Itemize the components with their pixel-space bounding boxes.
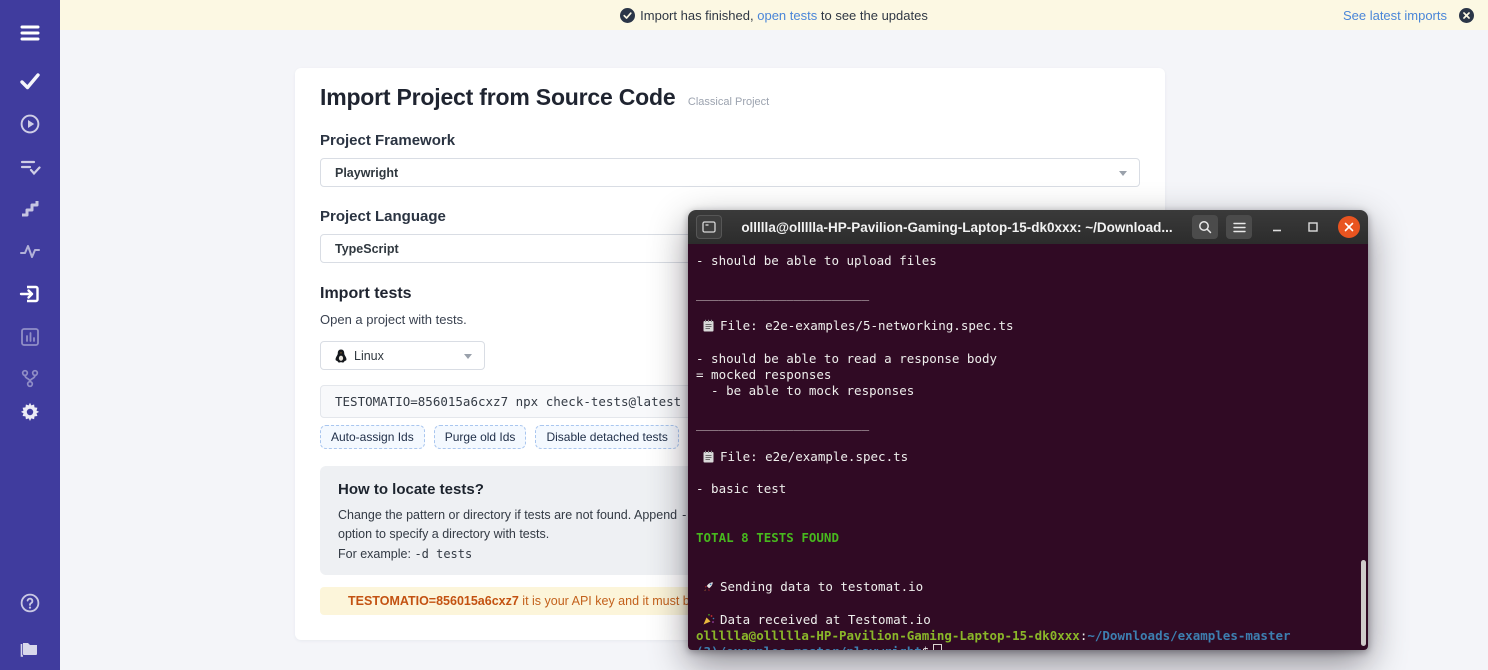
terminal-window: ollllla@ollllla-HP-Pavilion-Gaming-Lapto… [688, 210, 1368, 650]
terminal-close-icon[interactable] [1338, 216, 1360, 238]
chevron-down-icon [464, 354, 472, 359]
terminal-line: - be able to mock responses [696, 383, 1358, 399]
terminal-search-icon[interactable] [1192, 215, 1218, 239]
terminal-output[interactable]: - should be able to upload files _______… [688, 244, 1368, 650]
api-key-value: TESTOMATIO=856015a6cxz7 [348, 594, 519, 608]
sidebar [0, 0, 60, 670]
notification-banner: Import has finished, open tests to see t… [60, 0, 1488, 30]
reports-chart-icon[interactable] [19, 326, 41, 348]
terminal-prompt-line-1: ollllla@ollllla-HP-Pavilion-Gaming-Lapto… [696, 628, 1358, 644]
banner-message: Import has finished, open tests to see t… [60, 8, 1488, 23]
framework-label: Project Framework [320, 132, 1140, 149]
terminal-total-line: TOTAL 8 TESTS FOUND [696, 530, 1358, 546]
banner-text-prefix: Import has finished, [640, 8, 753, 23]
notepad-icon [702, 450, 715, 463]
terminal-prompt-line-2: (3)/examples-master/playwright$ [696, 644, 1358, 650]
terminal-line: = mocked responses [696, 367, 1358, 383]
docs-folder-icon[interactable] [19, 637, 41, 659]
notepad-icon [702, 319, 715, 332]
terminal-file-line: File: e2e/example.spec.ts [696, 449, 1358, 465]
framework-value: Playwright [335, 166, 398, 180]
party-popper-icon [702, 613, 715, 626]
tests-check-icon[interactable] [19, 70, 41, 92]
terminal-minimize-icon[interactable] [1266, 216, 1288, 238]
linux-tux-icon [335, 349, 347, 363]
terminal-line: - basic test [696, 481, 1358, 497]
see-latest-imports-link[interactable]: See latest imports [1343, 8, 1447, 23]
steps-icon[interactable] [19, 197, 41, 219]
disable-detached-tests-chip[interactable]: Disable detached tests [535, 425, 678, 449]
rocket-icon [702, 580, 715, 593]
page-subtitle: Classical Project [688, 96, 769, 108]
banner-text-suffix: to see the updates [821, 8, 928, 23]
terminal-file-line: File: e2e-examples/5-networking.spec.ts [696, 318, 1358, 334]
os-value: Linux [354, 349, 384, 363]
import-icon[interactable] [19, 283, 41, 305]
open-tests-link[interactable]: open tests [757, 8, 817, 23]
terminal-separator: _______________________ [696, 416, 869, 431]
terminal-received-line: Data received at Testomat.io [696, 612, 1358, 628]
terminal-scrollbar[interactable] [1361, 560, 1366, 646]
terminal-line: - should be able to upload files [696, 253, 1358, 269]
example-code: -d tests [414, 547, 472, 561]
terminal-maximize-icon[interactable] [1302, 216, 1324, 238]
page-title: Import Project from Source Code [320, 84, 675, 110]
banner-close-icon[interactable] [1459, 8, 1474, 23]
terminal-titlebar[interactable]: ollllla@ollllla-HP-Pavilion-Gaming-Lapto… [688, 210, 1368, 244]
hamburger-menu-icon[interactable] [19, 22, 41, 44]
branches-icon[interactable] [19, 367, 41, 389]
terminal-menu-icon[interactable] [1226, 215, 1252, 239]
chevron-down-icon [1119, 171, 1127, 176]
test-runs-list-icon[interactable] [19, 156, 41, 178]
pulse-analytics-icon[interactable] [19, 240, 41, 262]
help-icon[interactable] [19, 592, 41, 614]
info-body: Change the pattern or directory if tests… [338, 506, 730, 545]
success-check-icon [620, 8, 635, 23]
new-terminal-tab-icon[interactable] [696, 215, 722, 239]
purge-old-ids-chip[interactable]: Purge old Ids [434, 425, 527, 449]
run-play-icon[interactable] [19, 113, 41, 135]
terminal-line: - should be able to read a response body [696, 351, 1358, 367]
auto-assign-ids-chip[interactable]: Auto-assign Ids [320, 425, 425, 449]
framework-select[interactable]: Playwright [320, 158, 1140, 187]
terminal-separator: _______________________ [696, 286, 869, 301]
language-value: TypeScript [335, 242, 399, 256]
terminal-sending-line: Sending data to testomat.io [696, 579, 1358, 595]
terminal-cursor [933, 644, 942, 650]
settings-gear-icon[interactable] [19, 401, 41, 423]
terminal-title: ollllla@ollllla-HP-Pavilion-Gaming-Lapto… [730, 220, 1184, 235]
os-select[interactable]: Linux [320, 341, 485, 370]
